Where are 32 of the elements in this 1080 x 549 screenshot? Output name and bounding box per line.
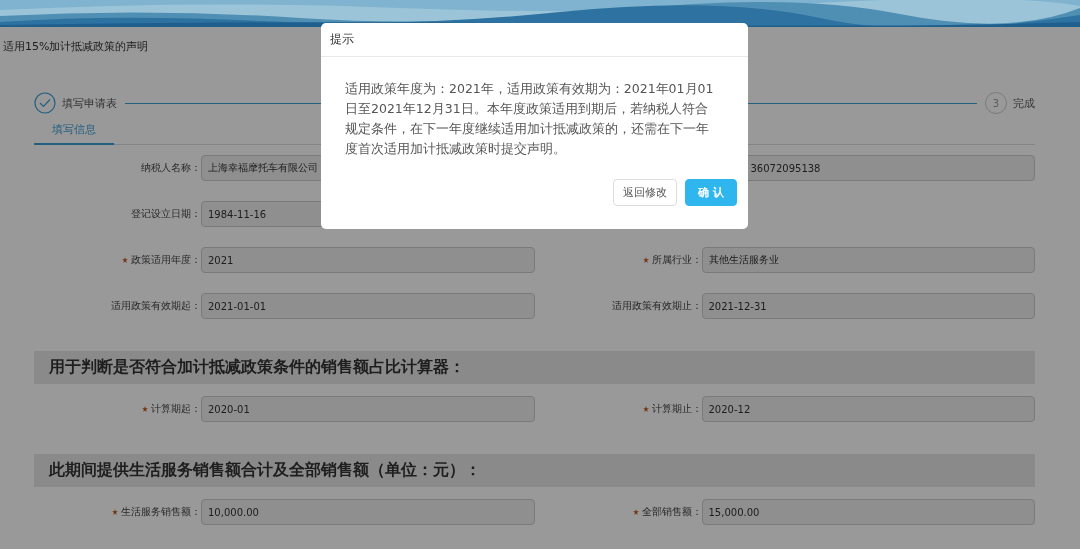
step-label: 填写申请表 xyxy=(62,95,117,111)
required-icon xyxy=(642,406,649,412)
input-field[interactable]: 其他生活服务业 xyxy=(701,247,1035,273)
field-label: 所属行业： xyxy=(651,253,702,267)
field-label: 计算期止： xyxy=(651,402,702,416)
field-label: 适用政策有效期止： xyxy=(611,299,702,313)
dialog-title: 提示 xyxy=(321,23,748,57)
section-heading: 此期间提供生活服务销售额合计及全部销售额（单位：元）： xyxy=(34,454,1035,487)
required-icon xyxy=(632,509,639,515)
input-field[interactable]: 2020-12 xyxy=(701,396,1035,422)
page-title: 适用15%加计抵减政策的声明 xyxy=(3,39,149,53)
input-field[interactable]: 2021-12-31 xyxy=(701,293,1035,319)
input-field[interactable]: 2021 xyxy=(201,247,535,273)
dialog-message: 适用政策年度为：2021年，适用政策有效期为：2021年01月01日至2021年12月31日。本年度政策适用到期后，若纳税人符合规定条件，在下一年度继续适用加计抵减政策的，还需在下一年度首次适用加计抵减政策时提交声明。 xyxy=(345,80,715,158)
input-field[interactable]: 2020-01 xyxy=(201,396,535,422)
field-label: 计算期起： xyxy=(151,402,201,416)
required-icon xyxy=(112,509,118,515)
required-icon xyxy=(642,257,649,263)
step-label: 完成 xyxy=(1013,95,1035,111)
required-icon xyxy=(142,406,148,412)
input-field[interactable]: 2021-01-01 xyxy=(201,293,535,319)
field-label: 登记设立日期： xyxy=(131,207,201,221)
field-label: 全部销售额： xyxy=(641,505,702,519)
input-field[interactable]: 15,000.00 xyxy=(701,499,1035,525)
required-icon xyxy=(122,257,128,263)
section-heading: 用于判断是否符合加计抵减政策条件的销售额占比计算器： xyxy=(34,351,1035,384)
field-label: 适用政策有效期起： xyxy=(111,299,201,313)
input-field[interactable]: 10,000.00 xyxy=(201,499,535,525)
back-button[interactable]: 返回修改 xyxy=(613,179,678,206)
field-label: 生活服务销售额： xyxy=(121,505,201,519)
field-label: 政策适用年度： xyxy=(131,253,201,267)
field-label: 纳税人名称： xyxy=(141,161,201,175)
